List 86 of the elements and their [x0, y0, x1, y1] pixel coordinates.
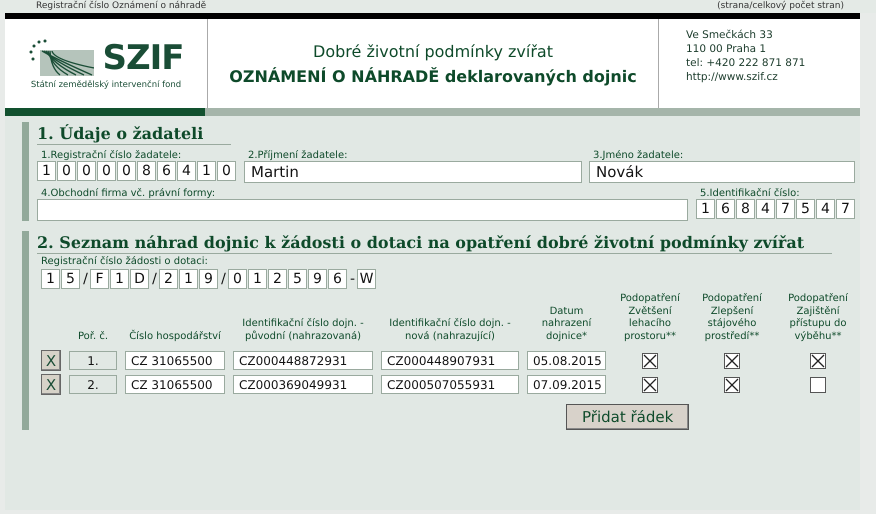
digit-field[interactable]: 5: [61, 269, 80, 289]
separator: /: [82, 270, 89, 289]
name-field[interactable]: Novák: [589, 161, 855, 183]
section-heading: 2. Seznam náhrad dojnic k žádosti o dotaci na opatření dobré životní podmínky zvířat: [37, 231, 832, 254]
digit-field[interactable]: 7: [836, 199, 855, 219]
separator: /: [220, 270, 227, 289]
separator: /: [151, 270, 158, 289]
digit-field[interactable]: 6: [716, 199, 735, 219]
field-label: 3.Jméno žadatele:: [593, 150, 684, 161]
digit-field[interactable]: 0: [77, 161, 96, 181]
column-header: Poř. č.: [76, 330, 110, 344]
column-header: Datum nahrazení dojnice*: [540, 306, 592, 344]
separator: -: [348, 270, 356, 289]
farm-number-field[interactable]: CZ 31065500: [125, 351, 225, 370]
checkbox[interactable]: [642, 352, 658, 368]
form-title: OZNÁMENÍ O NÁHRADĚ deklarovaných dojnic: [229, 66, 637, 86]
digit-field[interactable]: 9: [308, 269, 327, 289]
digit-field[interactable]: 1: [179, 269, 198, 289]
address-line: 110 00 Praha 1: [686, 43, 768, 55]
digit-field[interactable]: 4: [816, 199, 835, 219]
form-number-label: Registrační číslo Oznámení o náhradě: [36, 2, 206, 11]
form-subtitle: Dobré životní podmínky zvířat: [313, 42, 553, 60]
farm-number-field[interactable]: CZ 31065500: [125, 375, 225, 394]
column-header: Podopatření Zlepšení stájového prostředí**: [701, 293, 763, 344]
digit-field[interactable]: 8: [137, 161, 156, 181]
digit-field[interactable]: 1: [696, 199, 715, 219]
field-label: 1.Registrační číslo žadatele:: [41, 150, 182, 161]
field-label: 2.Příjmení žadatele:: [248, 150, 348, 161]
digit-field[interactable]: 1: [37, 161, 56, 181]
digit-field[interactable]: 2: [159, 269, 178, 289]
digit-field[interactable]: 4: [756, 199, 775, 219]
digit-field[interactable]: 1: [197, 161, 216, 181]
new-id-field[interactable]: CZ000448907931: [381, 351, 519, 370]
table-cell: 1.: [69, 351, 117, 370]
delete-row-button[interactable]: X: [41, 374, 61, 395]
logo-caption: Státní zemědělský intervenční fond: [30, 80, 182, 90]
digit-field[interactable]: 2: [268, 269, 287, 289]
digit-field[interactable]: F: [90, 269, 109, 289]
column-header: Podopatření Zajištění přístupu do výběhu**: [787, 293, 849, 344]
address-line: Ve Smečkách 33: [686, 29, 774, 41]
digit-field[interactable]: 8: [736, 199, 755, 219]
checkbox[interactable]: [642, 376, 658, 392]
digit-field[interactable]: 1: [110, 269, 129, 289]
digit-field[interactable]: 4: [177, 161, 196, 181]
surname-field[interactable]: Martin: [244, 161, 582, 183]
column-header: Číslo hospodářství: [128, 330, 222, 344]
digit-field[interactable]: 9: [199, 269, 218, 289]
digit-field[interactable]: 0: [57, 161, 76, 181]
column-header: Identifikační číslo dojn. - nová (nahrazující): [388, 318, 512, 344]
checkbox[interactable]: [810, 376, 826, 392]
column-header: Identifikační číslo dojn. - původní (nahrazovaná): [241, 318, 365, 344]
original-id-field[interactable]: CZ000369049931: [233, 375, 373, 394]
delete-row-button[interactable]: X: [41, 350, 61, 371]
date-field[interactable]: 07.09.2015: [527, 375, 606, 394]
address-line: http://www.szif.cz: [686, 71, 779, 83]
digit-field[interactable]: 0: [117, 161, 136, 181]
field-label: 4.Obchodní firma vč. právní formy:: [41, 188, 216, 199]
digit-field[interactable]: W: [357, 269, 376, 289]
page-count-label: (strana/celkový počet stran): [717, 2, 844, 11]
table-cell: 2.: [69, 375, 117, 394]
checkbox[interactable]: [810, 352, 826, 368]
logo-text: SZIF: [102, 38, 184, 78]
new-id-field[interactable]: CZ000507055931: [381, 375, 519, 394]
checkbox[interactable]: [724, 352, 740, 368]
digit-field[interactable]: 0: [217, 161, 236, 181]
checkbox[interactable]: [724, 376, 740, 392]
digit-field[interactable]: 1: [248, 269, 267, 289]
digit-field[interactable]: 6: [328, 269, 347, 289]
digit-field[interactable]: 0: [97, 161, 116, 181]
digit-field[interactable]: 0: [228, 269, 247, 289]
digit-field[interactable]: 5: [288, 269, 307, 289]
logo-fields-icon: [28, 38, 94, 78]
date-field[interactable]: 05.08.2015: [527, 351, 606, 370]
address-line: tel: +420 222 871 871: [686, 57, 806, 69]
digit-field[interactable]: D: [130, 269, 149, 289]
original-id-field[interactable]: CZ000448872931: [233, 351, 373, 370]
digit-field[interactable]: 5: [796, 199, 815, 219]
digit-field[interactable]: 6: [157, 161, 176, 181]
column-header: Podopatření Zvětšení lehacího prostoru**: [619, 293, 681, 344]
company-field[interactable]: [37, 199, 688, 221]
section-heading: 1. Údaje o žadateli: [37, 122, 232, 145]
field-label: 5.Identifikační číslo:: [700, 188, 801, 199]
field-label: Registrační číslo žádosti o dotaci:: [41, 256, 209, 267]
digit-field[interactable]: 7: [776, 199, 795, 219]
add-row-button[interactable]: Přidat řádek: [566, 404, 690, 430]
digit-field[interactable]: 1: [41, 269, 60, 289]
